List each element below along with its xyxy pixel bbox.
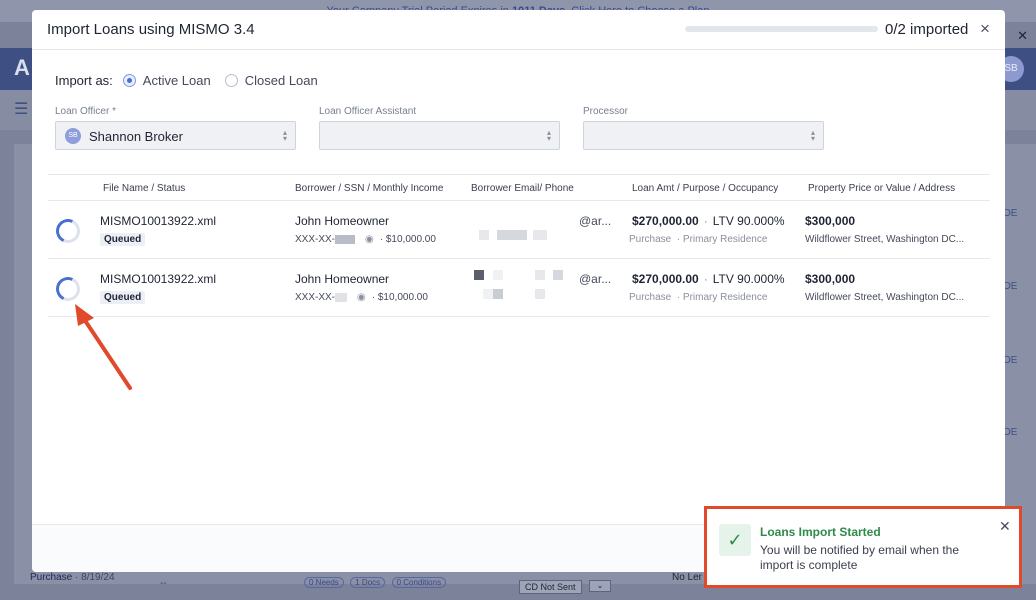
row-oe-label: OE [1003,281,1018,292]
borrower-ssn-income: XXX-XX- ◉ · $10,000.00 [295,234,436,245]
toast-title: Loans Import Started [760,525,881,539]
import-as-group: Import as: Active Loan Closed Loan [55,73,332,88]
loan-officer-assistant-select[interactable]: ▴ ▾ [319,121,560,150]
status-badge: Queued [100,233,146,246]
loan-purpose: Purchase · Primary Residence [629,292,768,303]
email-tail: @ar... [579,272,612,286]
toast-close-icon[interactable]: ✕ [999,518,1011,535]
docs-pill[interactable]: 1 Docs [350,577,386,588]
select-arrows-icon: ▴ ▾ [282,128,287,143]
loan-amount: $270,000.00 · LTV 90.000% [632,272,785,286]
modal-title: Import Loans using MISMO 3.4 [47,21,255,38]
banner-close-icon[interactable]: ✕ [1017,28,1028,44]
loan-officer-value: Shannon Broker [89,129,183,144]
property-price: $300,000 [805,272,856,286]
select-arrows-icon: ▴ ▾ [546,128,551,143]
table-row: MISMO10013922.xml Queued John Homeowner … [48,259,990,317]
filter-icon[interactable]: ☰ [14,99,28,119]
borrower-ssn-income: XXX-XX- ◉ · $10,000.00 [295,292,428,303]
toast-message: You will be notified by email when the i… [760,543,960,572]
check-icon: ✓ [719,524,751,556]
loading-spinner-icon [52,273,84,305]
bottom-pills: 0 Needs 1 Docs 0 Conditions [304,572,448,590]
header-loan-amount: Loan Amt / Purpose / Occupancy [632,183,779,194]
radio-unchecked-icon[interactable] [224,74,238,87]
redacted-ssn [335,293,348,302]
loading-spinner-icon [52,215,84,247]
property-address: Wildflower Street, Washington DC... [805,234,965,245]
row-oe-label: OE [1003,208,1018,219]
header-file-name: File Name / Status [103,183,186,194]
cd-dropdown-icon[interactable]: ⌄ [589,580,611,592]
row-oe-label: OE [1003,355,1018,366]
loan-officer-select[interactable]: SB Shannon Broker ▴ ▾ [55,121,296,150]
bottom-row-purpose: Purchase · 8/19/24 [30,572,115,583]
import-progress-bar [685,26,878,32]
radio-active-loan[interactable]: Active Loan [122,73,211,88]
assistant-label: Loan Officer Assistant [319,106,417,117]
import-progress-text: 0/2 imported [885,21,969,38]
borrower-name: John Homeowner [295,272,390,286]
table-header: File Name / Status Borrower / SSN / Mont… [48,174,990,201]
loan-officer-label: Loan Officer * [55,106,116,117]
redacted-email [471,211,566,251]
loan-amount: $270,000.00 · LTV 90.000% [632,214,785,228]
email-tail: @ar... [579,214,612,228]
select-arrows-icon: ▴ ▾ [810,128,815,143]
close-icon[interactable]: × [977,19,993,39]
app-logo: A [14,55,30,80]
import-table: File Name / Status Borrower / SSN / Mont… [48,174,990,317]
processor-label: Processor [583,106,629,117]
needs-pill[interactable]: 0 Needs [304,577,344,588]
avatar: SB [65,128,81,144]
property-address: Wildflower Street, Washington DC... [805,292,965,303]
header-property: Property Price or Value / Address [808,183,956,194]
no-lender-text: No Ler [672,572,703,583]
file-name: MISMO10013922.xml [100,214,217,228]
import-as-label: Import as: [55,73,113,88]
conditions-pill[interactable]: 0 Conditions [391,577,447,588]
property-price: $300,000 [805,214,856,228]
cd-status[interactable]: CD Not Sent [519,580,582,594]
bottom-dash: -- [160,578,167,589]
annotation-arrow-icon [75,304,132,390]
file-name: MISMO10013922.xml [100,272,217,286]
header-email: Borrower Email/ Phone [471,183,574,194]
import-started-toast: ✓ Loans Import Started You will be notif… [704,506,1022,588]
borrower-name: John Homeowner [295,214,390,228]
redacted-ssn [335,235,356,244]
radio-checked-icon[interactable] [122,74,136,87]
eye-icon[interactable]: ◉ [357,292,366,303]
modal-header: Import Loans using MISMO 3.4 0/2 importe… [32,10,1005,50]
loan-purpose: Purchase · Primary Residence [629,234,768,245]
table-row: MISMO10013922.xml Queued John Homeowner … [48,201,990,259]
eye-icon[interactable]: ◉ [365,234,374,245]
redacted-email [471,269,566,309]
row-oe-label: OE [1003,427,1018,438]
header-borrower: Borrower / SSN / Monthly Income [295,183,444,194]
processor-select[interactable]: ▴ ▾ [583,121,824,150]
radio-closed-loan[interactable]: Closed Loan [224,73,318,88]
import-loans-modal: Import Loans using MISMO 3.4 0/2 importe… [32,10,1005,572]
